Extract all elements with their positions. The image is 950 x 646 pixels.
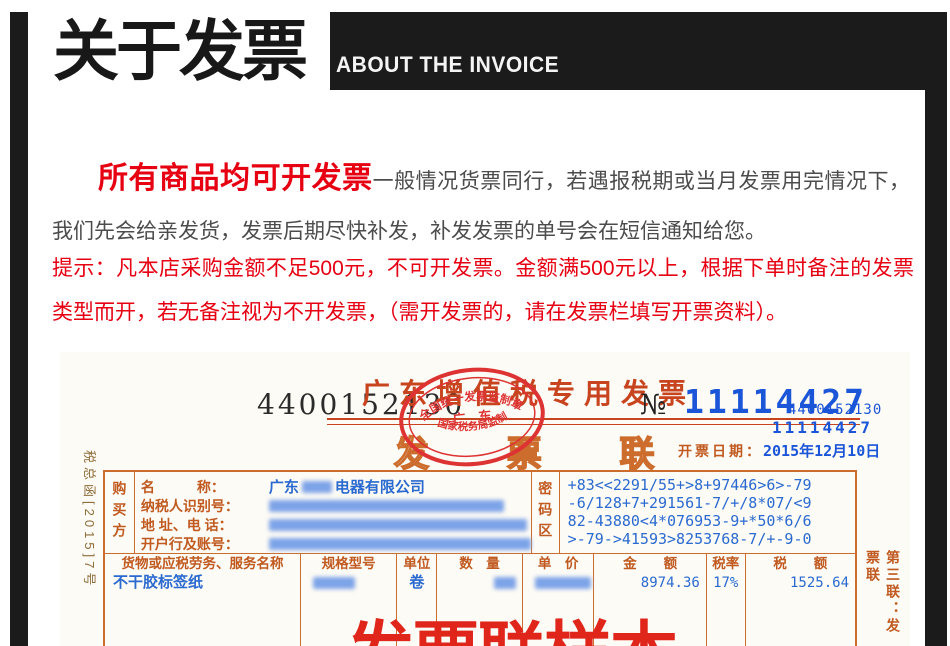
buyer-bank-label: 开户行及账号： (141, 534, 269, 554)
header-unit-price: 单 价 (523, 554, 594, 574)
column-tax-amount: 税 额 1525.64 (746, 554, 855, 646)
password-area: +83<<2291/55+>8+97446>6>-79 -6/128+7+291… (560, 472, 855, 553)
item-quantity (437, 574, 522, 592)
invoice-date-line: 开票日期：2015年12月10日 (678, 440, 880, 461)
redacted-name-blur (302, 481, 332, 493)
header-quantity: 数 量 (437, 554, 522, 574)
password-line: -6/128+7+291561-7/+/8*07/<9 (568, 494, 855, 512)
redacted-quantity-blur (494, 577, 516, 589)
invoice-date-value: 2015年12月10日 (763, 442, 880, 460)
tax-seal-stamp: 全国统一发票监制章 广 东 国家税务局监制 (392, 358, 552, 475)
password-line: >-79->41593>8253768-7/+-9-0 (568, 530, 855, 548)
buyer-taxid-row: 纳税人识别号： (141, 496, 531, 515)
password-section-label: 密码区 (535, 481, 555, 544)
item-tax-rate: 17% (707, 574, 745, 592)
column-tax-rate: 税率 17% (707, 554, 746, 646)
invoice-number-small: 11114427 (772, 418, 873, 437)
buyer-address-label: 地 址、电 话： (141, 515, 269, 535)
item-spec (301, 574, 396, 592)
item-name: 不干胶标签纸 (105, 574, 300, 592)
buyer-bank-row: 开户行及账号： (141, 534, 531, 553)
tip-paragraph: 提示：凡本店采购金额不足500元，不可开发票。金额满500元以上，根据下单时备注… (52, 247, 914, 335)
left-border-bar (10, 90, 28, 646)
header-tax-amount: 税 额 (746, 554, 855, 574)
column-item-name: 货物或应税劳务、服务名称 不干胶标签纸 (105, 554, 301, 646)
page-subtitle: ABOUT THE INVOICE (336, 53, 559, 78)
header-item-name: 货物或应税劳务、服务名称 (105, 554, 300, 574)
header-unit: 单位 (397, 554, 436, 574)
password-line: +83<<2291/55+>8+97446>6>-79 (568, 476, 855, 494)
invoice-no-symbol: № (640, 388, 667, 421)
password-section-cell: 密码区 (532, 472, 560, 553)
redacted-bank-blur (269, 538, 531, 550)
item-unit-price (523, 574, 594, 592)
buyer-taxid-label: 纳税人识别号： (141, 496, 269, 516)
buyer-section-label: 购买方 (109, 481, 129, 544)
page-title: 关于发票 (53, 18, 305, 84)
redacted-taxid-blur (269, 500, 504, 512)
redacted-price-blur (535, 577, 591, 589)
buyer-name-suffix: 电器有限公司 (335, 476, 425, 497)
promo-page: 关于发票 ABOUT THE INVOICE 所有商品均可开发票一般情况货票同行… (0, 0, 950, 646)
item-unit: 卷 (397, 574, 436, 592)
invoice-sample-image: 4400152130 广东增值税专用发票 发 票 联 全国统一发票监制章 广 东… (60, 352, 910, 646)
invoice-code-small: 4400152130 (788, 402, 882, 418)
intro-paragraph: 所有商品均可开发票一般情况货票同行，若遇报税期或当月发票用完情况下，我们先会给亲… (52, 154, 910, 257)
buyer-address-row: 地 址、电 话： (141, 515, 531, 534)
buyer-name-prefix: 广东 (269, 476, 299, 497)
password-line: 82-43880<4*076953-9+*50*6/6 (568, 512, 855, 530)
header-spec: 规格型号 (301, 554, 396, 574)
item-amount: 8974.36 (594, 574, 705, 592)
buyer-name-label: 名 称： (141, 477, 269, 497)
buyer-password-section: 购买方 名 称： 广东 电器有限公司 纳税人识别号： 地 址、电 话： (105, 472, 855, 554)
page-title-box: 关于发票 (28, 12, 330, 90)
invoice-date-label: 开票日期： (678, 443, 763, 459)
buyer-info: 名 称： 广东 电器有限公司 纳税人识别号： 地 址、电 话： 开 (135, 472, 532, 553)
right-border-bar (925, 90, 947, 646)
redacted-spec-blur (313, 577, 355, 589)
redacted-address-blur (269, 519, 527, 531)
header-amount: 金 额 (594, 554, 705, 574)
left-margin-note: 税总函[2015]7号 (84, 450, 100, 642)
item-tax-amount: 1525.64 (746, 574, 855, 592)
buyer-section-cell: 购买方 (105, 472, 135, 553)
header-tax-rate: 税率 (707, 554, 745, 574)
copy-caption-vertical: 第三联：发票联 (863, 550, 903, 646)
intro-lead: 所有商品均可开发票 (98, 162, 373, 195)
sample-watermark: 发票联样本 (346, 598, 676, 646)
buyer-name-row: 名 称： 广东 电器有限公司 (141, 477, 531, 496)
